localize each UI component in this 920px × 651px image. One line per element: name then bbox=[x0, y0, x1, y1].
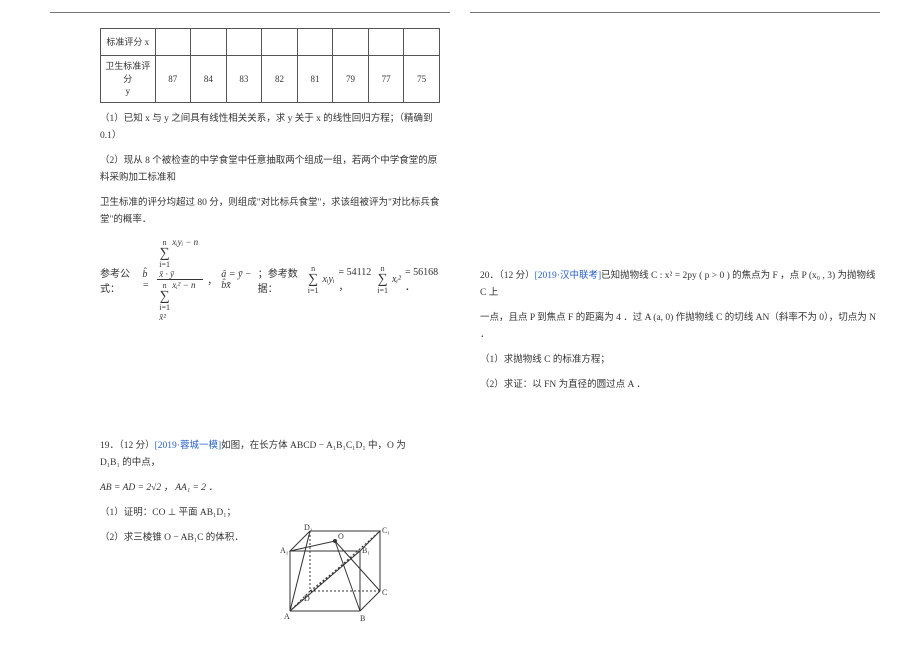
q18-part2a: （2）现从 8 个被检查的中学食堂中任意抽取两个组成一组，若两个中学食堂的原料采… bbox=[100, 153, 440, 187]
q19-num: 19．（12 分） bbox=[100, 441, 155, 451]
table-cell bbox=[368, 29, 404, 56]
table-cell bbox=[297, 29, 333, 56]
table-cell: 81 bbox=[297, 56, 333, 103]
lbl-B1: B₁ bbox=[362, 546, 370, 555]
table-cell: 79 bbox=[333, 56, 369, 103]
lbl-A1: A₁ bbox=[280, 546, 289, 555]
score-table: 标准评分 x 卫生标准评分 y 87 84 83 82 81 79 77 75 bbox=[100, 28, 440, 103]
sum1-body: xᵢyᵢ bbox=[322, 274, 334, 285]
q19-line3: （1）证明：CO ⊥ 平面 AB₁D₁； bbox=[100, 505, 420, 522]
q18-part1: （1）已知 x 与 y 之间具有线性相关关系，求 y 关于 x 的线性回归方程；… bbox=[100, 111, 440, 145]
lbl-B: B bbox=[360, 614, 365, 623]
lbl-D1: D₁ bbox=[304, 523, 313, 532]
lbl-D: D bbox=[304, 594, 310, 603]
table-cell: 84 bbox=[191, 56, 227, 103]
cuboid-diagram: D₁ C₁ A₁ B₁ O D C A B bbox=[260, 521, 400, 631]
sum2-body: xᵢ² bbox=[392, 274, 401, 285]
right-page: 20．（12 分）[2019·汉中联考]已知抛物线 C : x² = 2py (… bbox=[460, 0, 920, 651]
table-cell bbox=[262, 29, 298, 56]
fraction: n∑i=1 xᵢyᵢ − n x̄ · ȳ n∑i=1 xᵢ² − n x̄² bbox=[157, 237, 203, 322]
lbl-A: A bbox=[284, 612, 290, 621]
q19-source: [2019·蓉城一模] bbox=[155, 441, 222, 451]
q20-source: [2019·汉中联考] bbox=[535, 271, 602, 281]
lbl-C: C bbox=[382, 588, 387, 597]
q20-line4: （2）求证：以 FN 为直径的圆过点 A ． bbox=[480, 377, 880, 394]
table-cell bbox=[404, 29, 440, 56]
left-page: 标准评分 x 卫生标准评分 y 87 84 83 82 81 79 77 75 … bbox=[0, 0, 460, 651]
q20-header: 20．（12 分）[2019·汉中联考]已知抛物线 C : x² = 2py (… bbox=[480, 268, 880, 302]
sum1: n∑i=1 bbox=[308, 265, 319, 295]
row2-label: 卫生标准评分 y bbox=[101, 56, 156, 103]
table-cell: 83 bbox=[226, 56, 262, 103]
formula-prefix: 参考公式： bbox=[100, 265, 138, 295]
table-cell: 87 bbox=[155, 56, 191, 103]
lbl-C1: C₁ bbox=[382, 526, 390, 535]
eq2: = 56168 ． bbox=[405, 267, 440, 293]
page-rule bbox=[470, 12, 880, 13]
table-row: 标准评分 x bbox=[101, 29, 440, 56]
q18-part2b: 卫生标准的评分均超过 80 分，则组成"对比标兵食堂"，求该组被评为"对比标兵食… bbox=[100, 195, 440, 229]
table-cell bbox=[155, 29, 191, 56]
sum2: n∑i=1 bbox=[377, 265, 388, 295]
lbl-O: O bbox=[338, 532, 344, 541]
formula-mid2: ；参考数据： bbox=[258, 265, 304, 295]
row1-label: 标准评分 x bbox=[101, 29, 156, 56]
q20-line3: （1）求抛物线 C 的标准方程； bbox=[480, 352, 880, 369]
q20-num: 20．（12 分） bbox=[480, 271, 535, 281]
q18-formula: 参考公式： b̂ = n∑i=1 xᵢyᵢ − n x̄ · ȳ n∑i=1 x… bbox=[100, 237, 440, 322]
b-hat: b̂ = bbox=[142, 269, 153, 291]
eq1: = 54112 ， bbox=[339, 267, 374, 293]
a-hat: â = ȳ − b̂x̄ bbox=[221, 269, 254, 291]
table-cell: 77 bbox=[368, 56, 404, 103]
q19-line2: AB = AD = 2√2 ， AA₁ = 2 ． bbox=[100, 480, 420, 497]
formula-mid: ， bbox=[207, 272, 217, 287]
table-row: 卫生标准评分 y 87 84 83 82 81 79 77 75 bbox=[101, 56, 440, 103]
page-rule bbox=[50, 12, 450, 13]
table-cell bbox=[333, 29, 369, 56]
table-cell bbox=[226, 29, 262, 56]
table-cell bbox=[191, 29, 227, 56]
q19-header: 19．（12 分）[2019·蓉城一模]如图，在长方体 ABCD − A₁B₁C… bbox=[100, 438, 420, 472]
q20-line2: 一点，且点 P 到焦点 F 的距离为 4 ．过 A (a, 0) 作抛物线 C … bbox=[480, 310, 880, 344]
q20: 20．（12 分）[2019·汉中联考]已知抛物线 C : x² = 2py (… bbox=[480, 260, 880, 403]
table-cell: 82 bbox=[262, 56, 298, 103]
table-cell: 75 bbox=[404, 56, 440, 103]
